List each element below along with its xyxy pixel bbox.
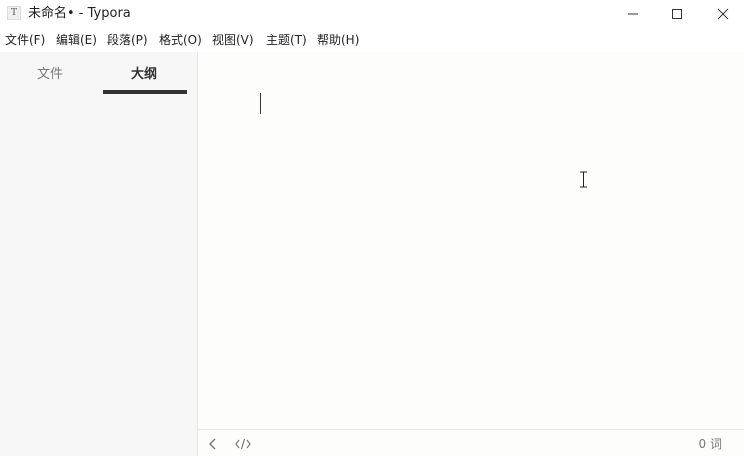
minimize-icon — [628, 13, 638, 15]
typora-window: T 未命名• - Typora 文件(F) 编辑(E) 段落(P) 格式(O) … — [0, 0, 744, 456]
menu-bar: 文件(F) 编辑(E) 段落(P) 格式(O) 视图(V) 主题(T) 帮助(H… — [0, 28, 744, 52]
close-icon — [717, 8, 729, 20]
tab-outline[interactable]: 大纲 — [131, 66, 157, 84]
menu-format[interactable]: 格式(O) — [159, 32, 202, 48]
maximize-icon — [672, 9, 682, 19]
tab-files[interactable]: 文件 — [37, 66, 63, 84]
minimize-button[interactable] — [610, 0, 656, 28]
text-caret — [260, 93, 261, 114]
word-count[interactable]: 0 词 — [699, 436, 722, 452]
sidebar: 文件 大纲 — [0, 52, 198, 456]
chevron-left-icon[interactable] — [208, 438, 218, 450]
status-bar: 0 词 — [198, 429, 744, 456]
menu-edit[interactable]: 编辑(E) — [56, 32, 97, 48]
menu-file[interactable]: 文件(F) — [5, 32, 45, 48]
source-code-icon[interactable] — [235, 438, 251, 450]
active-tab-indicator — [103, 90, 187, 94]
menu-view[interactable]: 视图(V) — [212, 32, 254, 48]
menu-paragraph[interactable]: 段落(P) — [107, 32, 148, 48]
editor-area[interactable] — [198, 52, 744, 429]
maximize-button[interactable] — [654, 0, 700, 28]
menu-help[interactable]: 帮助(H) — [317, 32, 359, 48]
title-bar[interactable]: T 未命名• - Typora — [0, 0, 744, 28]
close-button[interactable] — [700, 0, 744, 28]
ibeam-cursor-icon — [580, 171, 587, 188]
menu-theme[interactable]: 主题(T) — [266, 32, 307, 48]
window-title: 未命名• - Typora — [28, 6, 131, 21]
typora-app-icon: T — [7, 6, 21, 20]
